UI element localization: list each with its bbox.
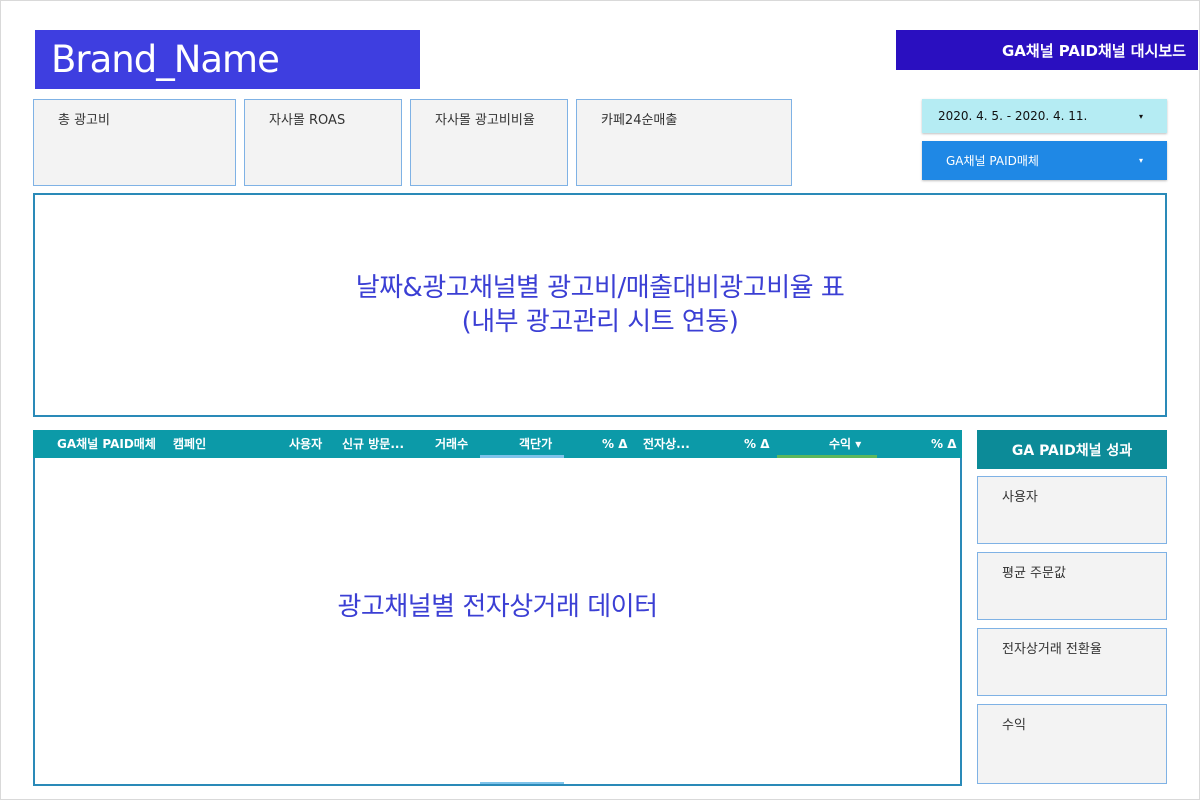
column-indicator <box>480 455 564 458</box>
media-filter-dropdown[interactable]: GA채널 PAID매체 ▾ <box>922 141 1167 180</box>
dashboard-title: GA채널 PAID채널 대시보드 <box>896 30 1198 70</box>
ad-spend-table-placeholder: 날짜&광고채널별 광고비/매출대비광고비율 표 (내부 광고관리 시트 연동) <box>33 193 1167 417</box>
brand-name: Brand_Name <box>51 38 280 81</box>
scrollbar-indicator[interactable] <box>480 782 564 784</box>
column-header-delta[interactable]: % Δ <box>931 430 957 458</box>
performance-card-users: 사용자 <box>977 476 1167 544</box>
performance-title: GA PAID채널 성과 <box>977 430 1167 469</box>
performance-card-label: 평균 주문값 <box>1002 566 1066 581</box>
column-header-users[interactable]: 사용자 <box>289 430 322 458</box>
chevron-down-icon: ▾ <box>1138 111 1143 121</box>
column-header-avg-price[interactable]: 객단가 <box>519 430 552 458</box>
performance-card-label: 수익 <box>1002 718 1026 733</box>
table-header: GA채널 PAID매체 캠페인 사용자 신규 방문... 거래수 객단가 % Δ… <box>33 430 962 458</box>
performance-title-text: GA PAID채널 성과 <box>1011 442 1133 459</box>
media-filter-value: GA채널 PAID매체 <box>946 154 1039 168</box>
column-header-new-visits[interactable]: 신규 방문... <box>342 430 404 458</box>
column-header-ecommerce[interactable]: 전자상... <box>643 430 690 458</box>
scorecard-label: 자사몰 ROAS <box>269 113 346 128</box>
dashboard-title-text: GA채널 PAID채널 대시보드 <box>1001 41 1186 60</box>
ecommerce-data-placeholder: 광고채널별 전자상거래 데이터 <box>33 430 962 786</box>
scorecard-roas: 자사몰 ROAS <box>244 99 402 186</box>
column-header-delta[interactable]: % Δ <box>602 430 628 458</box>
column-header-media[interactable]: GA채널 PAID매체 <box>57 430 156 458</box>
performance-card-revenue: 수익 <box>977 704 1167 784</box>
scorecard-ad-ratio: 자사몰 광고비비율 <box>410 99 568 186</box>
scorecard-total-ad-spend: 총 광고비 <box>33 99 236 186</box>
performance-card-label: 전자상거래 전환율 <box>1002 642 1102 657</box>
date-range-value: 2020. 4. 5. - 2020. 4. 11. <box>938 109 1088 123</box>
scorecard-label: 자사몰 광고비비율 <box>435 113 535 128</box>
column-header-campaign[interactable]: 캠페인 <box>173 430 206 458</box>
date-range-dropdown[interactable]: 2020. 4. 5. - 2020. 4. 11. ▾ <box>922 99 1167 133</box>
column-header-transactions[interactable]: 거래수 <box>435 430 468 458</box>
chevron-down-icon: ▾ <box>1138 156 1143 165</box>
scorecard-cafe24-sales: 카페24순매출 <box>576 99 792 186</box>
performance-card-avg-order: 평균 주문값 <box>977 552 1167 620</box>
placeholder-line: 날짜&광고채널별 광고비/매출대비광고비율 표 <box>355 273 845 303</box>
placeholder-line: 광고채널별 전자상거래 데이터 <box>337 592 659 622</box>
performance-card-label: 사용자 <box>1002 490 1038 505</box>
scorecard-label: 총 광고비 <box>58 113 110 128</box>
brand-logo: Brand_Name <box>35 30 420 89</box>
column-header-delta[interactable]: % Δ <box>744 430 770 458</box>
column-header-revenue[interactable]: 수익 ▾ <box>829 430 861 458</box>
sort-indicator <box>777 455 877 458</box>
performance-card-conversion: 전자상거래 전환율 <box>977 628 1167 696</box>
scorecard-label: 카페24순매출 <box>601 113 678 128</box>
placeholder-line: (내부 광고관리 시트 연동) <box>461 307 739 337</box>
